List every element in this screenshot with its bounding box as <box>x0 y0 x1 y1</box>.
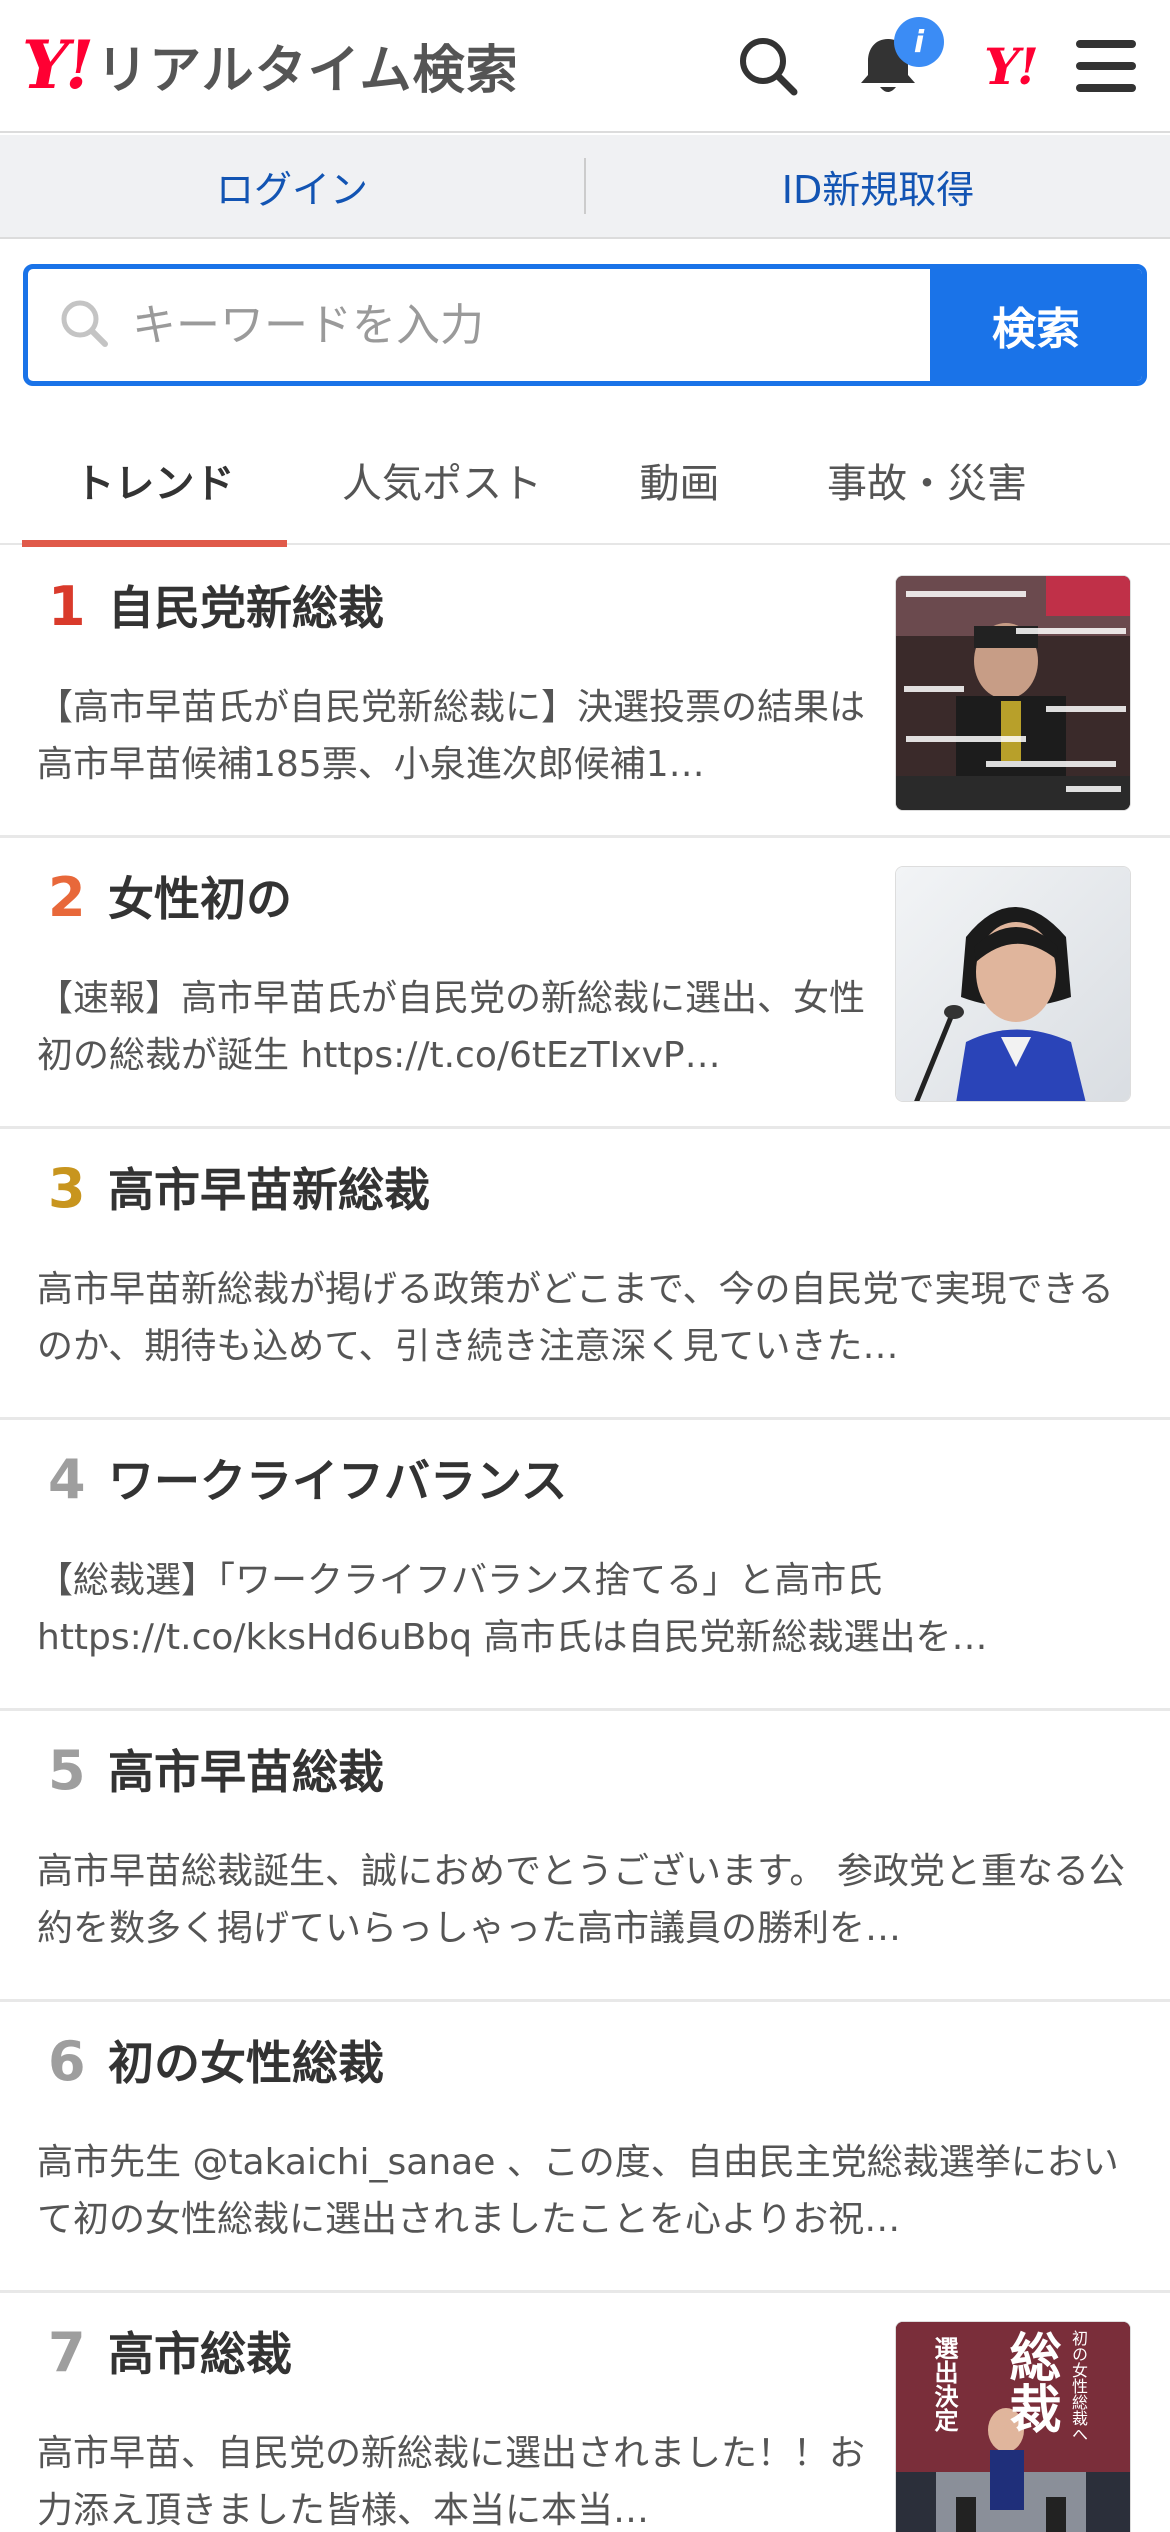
trend-title[interactable]: 女性初の <box>108 872 292 927</box>
trend-description: 【高市早苗氏が自民党新総裁に】決選投票の結果は高市早苗候補185票、小泉進次郎候… <box>37 687 866 785</box>
tab-videos[interactable]: 動画 <box>597 415 762 545</box>
trend-title[interactable]: 高市早苗新総裁 <box>108 1163 430 1218</box>
trend-rank: 1 <box>48 575 86 638</box>
trend-title[interactable]: 初の女性総裁 <box>108 2036 384 2091</box>
login-link[interactable]: ログイン <box>0 159 584 214</box>
register-link[interactable]: ID新規取得 <box>586 159 1170 214</box>
app-header: Y! リアルタイム検索 i Y! <box>0 0 1170 133</box>
trend-item[interactable]: 2 女性初の 【速報】高市早苗氏が自民党の新総裁に選出、女性初の総裁が誕生 ht… <box>0 838 1170 1129</box>
thumbnail-overlay-top: 初の女性総裁へ <box>1069 2330 1088 2442</box>
trend-thumbnail-photo[interactable] <box>895 866 1131 1102</box>
trend-item[interactable]: 6 初の女性総裁 高市先生 @takaichi_sanae 、この度、自由民主党… <box>0 2002 1170 2293</box>
trend-rank: 2 <box>48 866 86 929</box>
thumbnail-overlay-big: 総裁 <box>1000 2330 1061 2434</box>
search-field-icon <box>58 297 110 353</box>
search-button[interactable]: 検索 <box>930 269 1142 381</box>
trend-title[interactable]: 高市早苗総裁 <box>108 1745 384 1800</box>
trend-title[interactable]: 自民党新総裁 <box>108 581 384 636</box>
trend-description: 高市早苗、自民党の新総裁に選出されました！！お力添え頂きました皆様、本当に本当… <box>37 2433 866 2531</box>
thumbnail-overlay-side: 選出決定 <box>930 2336 959 2432</box>
trend-description: 高市先生 @takaichi_sanae 、この度、自由民主党総裁選挙において初… <box>37 2142 1119 2240</box>
yahoo-logo-icon[interactable]: Y! <box>965 28 1055 104</box>
yahoo-logo-mark: Y! <box>22 26 94 104</box>
trend-item[interactable]: 1 自民党新総裁 【高市早苗氏が自民党新総裁に】決選投票の結果は高市早苗候補18… <box>0 547 1170 838</box>
search-form: 検索 <box>23 264 1147 386</box>
tab-accidents-disasters[interactable]: 事故・災害 <box>762 415 1092 545</box>
trend-rank: 6 <box>48 2030 86 2093</box>
search-icon[interactable] <box>730 28 806 104</box>
trend-item[interactable]: 7 高市総裁 高市早苗、自民党の新総裁に選出されました！！お力添え頂きました皆様… <box>0 2293 1170 2532</box>
trend-item[interactable]: 3 高市早苗新総裁 高市早苗新総裁が掲げる政策がどこまで、今の自民党で実現できる… <box>0 1129 1170 1420</box>
tab-popular-posts[interactable]: 人気ポスト <box>287 415 597 545</box>
trend-item[interactable]: 4 ワークライフバランス 【総裁選】「ワークライフバランス捨てる」と高市氏 ht… <box>0 1420 1170 1711</box>
search-input[interactable] <box>132 299 832 351</box>
trend-description: 高市早苗新総裁が掲げる政策がどこまで、今の自民党で実現できるのか、期待も込めて、… <box>37 1269 1114 1367</box>
trend-rank: 4 <box>48 1448 86 1511</box>
category-tabs: トレンド 人気ポスト 動画 事故・災害 <box>0 415 1170 547</box>
trend-description: 【総裁選】「ワークライフバランス捨てる」と高市氏 https://t.co/kk… <box>37 1560 988 1658</box>
trend-description: 【速報】高市早苗氏が自民党の新総裁に選出、女性初の総裁が誕生 https://t… <box>37 978 866 1076</box>
search-field-wrapper <box>28 269 930 381</box>
trend-title[interactable]: ワークライフバランス <box>108 1454 567 1509</box>
trend-title[interactable]: 高市総裁 <box>108 2327 292 2382</box>
auth-bar: ログイン ID新規取得 <box>0 135 1170 239</box>
trend-list: 1 自民党新総裁 【高市早苗氏が自民党新総裁に】決選投票の結果は高市早苗候補18… <box>0 547 1170 2532</box>
notification-badge[interactable]: i <box>894 17 944 67</box>
logo-title: リアルタイム検索 <box>96 40 519 101</box>
trend-rank: 3 <box>48 1157 86 1220</box>
tab-trend[interactable]: トレンド <box>22 415 287 547</box>
trend-rank: 7 <box>48 2321 86 2384</box>
trend-description: 高市早苗総裁誕生、誠におめでとうございます。 参政党と重なる公約を数多く掲げてい… <box>37 1851 1125 1949</box>
trend-thumbnail-video[interactable] <box>895 575 1131 811</box>
trend-item[interactable]: 5 高市早苗総裁 高市早苗総裁誕生、誠におめでとうございます。 参政党と重なる公… <box>0 1711 1170 2002</box>
trend-thumbnail-photo[interactable]: 総裁 選出決定 初の女性総裁へ <box>895 2321 1131 2532</box>
yahoo-small-mark: Y! <box>984 36 1039 96</box>
realtime-search-logo[interactable]: Y! リアルタイム検索 <box>22 26 519 104</box>
menu-icon[interactable] <box>1068 28 1144 104</box>
trend-rank: 5 <box>48 1739 86 1802</box>
